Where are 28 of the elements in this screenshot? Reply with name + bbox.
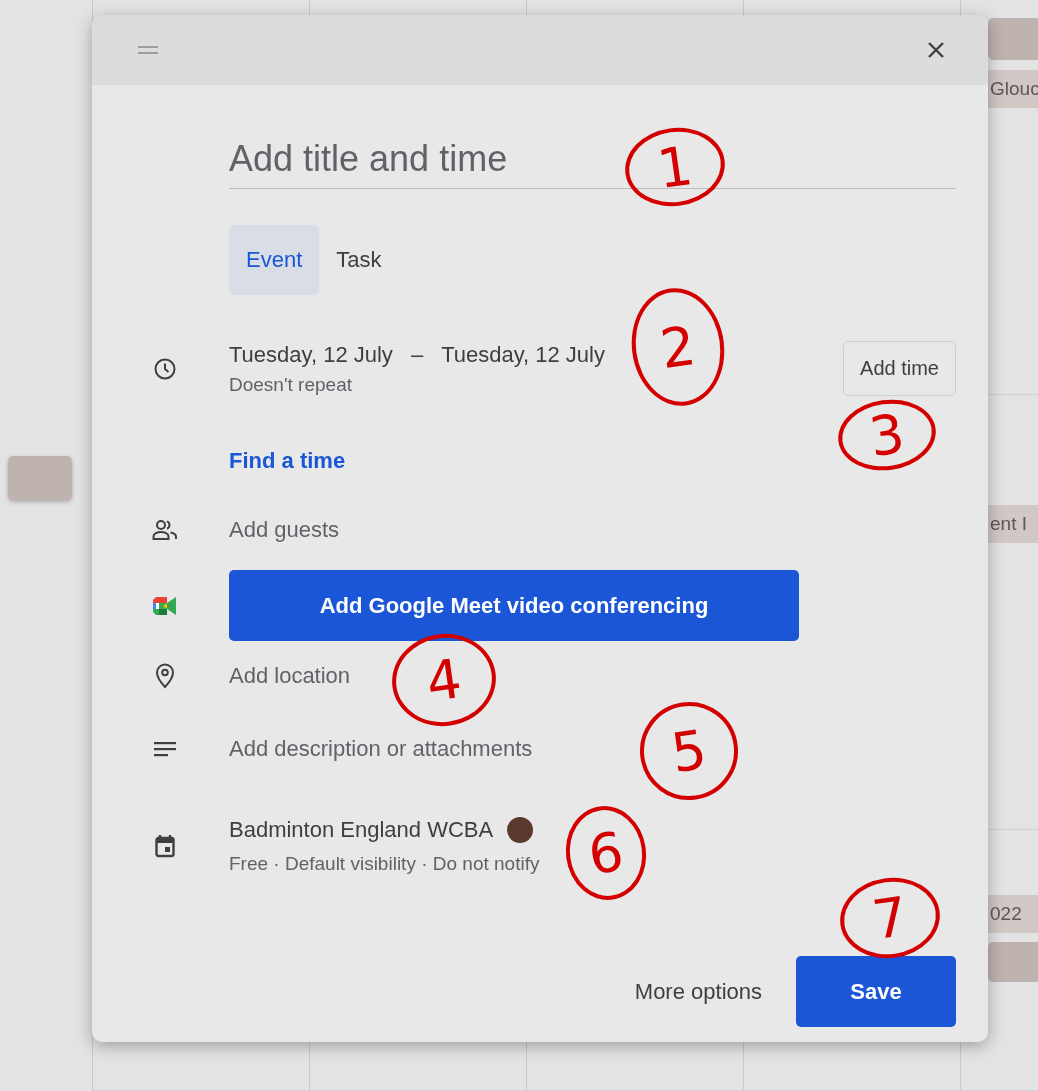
save-button[interactable]: Save bbox=[796, 956, 956, 1027]
calendar-icon bbox=[155, 834, 175, 858]
find-time-link[interactable]: Find a time bbox=[229, 448, 346, 474]
description-field[interactable]: Add description or attachments bbox=[229, 733, 559, 765]
add-time-button[interactable]: Add time bbox=[843, 341, 956, 396]
tab[interactable]: Task bbox=[319, 225, 399, 295]
close-icon[interactable] bbox=[926, 40, 946, 60]
description-icon bbox=[154, 741, 176, 757]
calendar-name[interactable]: Badminton England WCBA bbox=[229, 817, 494, 843]
people-icon bbox=[152, 519, 178, 541]
event-chip[interactable] bbox=[8, 456, 72, 500]
event-settings[interactable]: Free · Default visibility · Do not notify bbox=[229, 853, 540, 875]
guests-field[interactable]: Add guests bbox=[229, 514, 339, 546]
date-separator: – bbox=[409, 341, 425, 368]
meet-button[interactable]: Add Google Meet video conferencing bbox=[229, 570, 799, 641]
event-chip[interactable] bbox=[988, 18, 1038, 60]
drag-handle-icon[interactable] bbox=[138, 45, 158, 55]
location-pin-icon bbox=[155, 663, 175, 689]
more-options-button[interactable]: More options bbox=[616, 956, 780, 1027]
event-chip[interactable]: ent I bbox=[988, 505, 1038, 543]
end-date[interactable]: Tuesday, 12 July bbox=[441, 341, 605, 368]
tab[interactable]: Event bbox=[229, 225, 320, 295]
event-chip[interactable] bbox=[988, 942, 1038, 982]
start-date[interactable]: Tuesday, 12 July bbox=[229, 341, 393, 368]
clock-icon bbox=[153, 356, 177, 381]
video-camera-icon bbox=[152, 594, 178, 617]
event-chip[interactable]: 022 bbox=[988, 895, 1038, 933]
location-field[interactable]: Add location bbox=[229, 660, 361, 692]
